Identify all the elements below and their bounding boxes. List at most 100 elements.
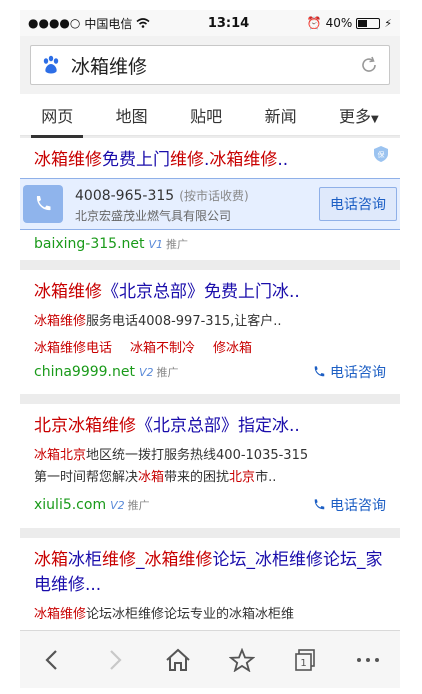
result-title[interactable]: 冰箱维修免费上门维修.冰箱维修.. xyxy=(34,148,386,173)
battery-area: ⏰ 40% ⚡ xyxy=(307,16,392,30)
desc-text: 地区统一拨打服务热线400-1035-315 xyxy=(86,448,309,463)
battery-icon xyxy=(356,17,381,29)
title-text: .. xyxy=(277,150,289,170)
signal-icon: ●●●●○ xyxy=(28,16,81,30)
verified-badge: V2 xyxy=(138,366,154,379)
phone-consult-button[interactable]: 电话咨询 xyxy=(312,495,386,515)
forward-button[interactable] xyxy=(95,640,135,680)
title-keyword: 冰箱维修 xyxy=(34,150,102,170)
desc-keyword: 北京 xyxy=(60,448,87,463)
title-keyword: 冰箱 xyxy=(34,550,68,570)
alarm-icon: ⏰ xyxy=(306,16,322,30)
ad-label: 推广 xyxy=(166,238,189,251)
carrier-area: ●●●●○ 中国电信 xyxy=(28,15,150,32)
status-bar: ●●●●○ 中国电信 13:14 ⏰ 40% ⚡ xyxy=(20,10,400,36)
desc-text: 服务电话4008-997-315,让客户.. xyxy=(86,314,282,329)
sitelink[interactable]: 修冰箱 xyxy=(213,337,252,356)
result-card[interactable]: 保 冰箱维修免费上门维修.冰箱维修.. 4008-965-315 (按市话收费)… xyxy=(20,138,400,260)
desc-keyword: 冰箱 xyxy=(34,448,61,463)
desc-keyword: 冰箱 xyxy=(138,470,165,485)
ad-label: 推广 xyxy=(127,499,150,512)
bookmark-button[interactable] xyxy=(222,640,262,680)
result-url[interactable]: china9999.net xyxy=(34,364,135,380)
svg-text:保: 保 xyxy=(378,150,385,159)
desc-text: 第一时间帮您解决 xyxy=(34,470,139,485)
result-description: 冰箱维修服务电话4008-997-315,让客户.. xyxy=(34,311,386,333)
back-button[interactable] xyxy=(32,640,72,680)
desc-keyword: 冰箱维修 xyxy=(34,607,87,622)
result-title[interactable]: 冰箱维修《北京总部》免费上门冰.. xyxy=(34,280,386,305)
result-url[interactable]: baixing-315.net xyxy=(34,236,145,252)
title-keyword: 冰箱维修 xyxy=(209,150,278,170)
clock: 13:14 xyxy=(207,15,250,31)
title-keyword: 冰箱维修 xyxy=(68,416,136,436)
sitelink[interactable]: 冰箱不制冷 xyxy=(130,337,195,356)
title-text: 免费上门 xyxy=(102,150,170,170)
result-card[interactable]: 冰箱冰柜维修_冰箱维修论坛_冰柜维修论坛_家电维修... 冰箱维修论坛冰柜维修论… xyxy=(20,538,400,630)
verified-badge: V2 xyxy=(110,499,125,512)
call-note: (按市话收费) xyxy=(179,188,249,203)
tab-more-label: 更多 xyxy=(339,106,372,126)
result-title[interactable]: 北京冰箱维修《北京总部》指定冰.. xyxy=(34,414,386,439)
result-card[interactable]: 冰箱维修《北京总部》免费上门冰.. 冰箱维修服务电话4008-997-315,让… xyxy=(20,270,400,394)
phone-screen: ●●●●○ 中国电信 13:14 ⏰ 40% ⚡ 冰箱维修 网页 地图 贴吧 新… xyxy=(20,10,400,688)
refresh-icon[interactable] xyxy=(359,55,379,75)
tabs-button[interactable]: 1 xyxy=(285,640,325,680)
star-icon xyxy=(228,647,255,672)
result-meta: baixing-315.net V1 推广 xyxy=(34,236,188,252)
desc-keyword: 北京 xyxy=(229,470,256,485)
call-box[interactable]: 4008-965-315 (按市话收费) 北京宏盛茂业燃气具有限公司 电话咨询 xyxy=(20,178,400,230)
tab-tieba[interactable]: 贴吧 xyxy=(190,93,222,137)
result-card[interactable]: 北京冰箱维修《北京总部》指定冰.. 冰箱北京地区统一拨打服务热线400-1035… xyxy=(20,404,400,528)
wifi-icon xyxy=(136,18,150,28)
call-consult-button[interactable]: 电话咨询 xyxy=(319,187,397,221)
chevron-right-icon xyxy=(110,649,122,670)
tab-map[interactable]: 地图 xyxy=(116,93,148,137)
sitelink[interactable]: 冰箱维修电话 xyxy=(34,337,112,356)
title-text: _ xyxy=(136,550,145,570)
desc-text: 论坛冰柜维修论坛专业的冰箱冰柜维 xyxy=(86,607,295,622)
phone-icon xyxy=(314,499,325,510)
call-company: 北京宏盛茂业燃气具有限公司 xyxy=(75,208,232,223)
verified-badge: V1 xyxy=(148,238,164,251)
phone-consult-button[interactable]: 电话咨询 xyxy=(312,362,386,382)
phone-icon xyxy=(314,366,325,377)
shield-icon: 保 xyxy=(374,146,388,162)
ad-label: 推广 xyxy=(156,366,179,379)
title-text: 《北京总部》指定冰.. xyxy=(136,416,300,436)
category-tabs: 网页 地图 贴吧 新闻 更多▼ xyxy=(20,93,400,138)
chevron-down-icon: ▼ xyxy=(371,113,379,125)
browser-toolbar: 1 xyxy=(20,630,400,688)
result-meta: xiuli5.com V2 推广 电话咨询 xyxy=(34,495,386,515)
title-text: 冰柜 xyxy=(68,550,102,570)
svg-text:1: 1 xyxy=(300,658,306,669)
baidu-paw-icon xyxy=(43,55,59,74)
result-description: 冰箱维修论坛冰柜维修论坛专业的冰箱冰柜维 xyxy=(34,604,386,626)
chevron-left-icon xyxy=(45,649,57,670)
charging-icon: ⚡ xyxy=(384,16,392,30)
result-url[interactable]: xiuli5.com xyxy=(34,497,106,513)
title-keyword: 维修 xyxy=(102,550,136,570)
desc-keyword: 冰箱维修 xyxy=(34,314,87,329)
title-keyword: 北京 xyxy=(34,416,68,436)
tab-more[interactable]: 更多▼ xyxy=(339,93,379,137)
result-description: 冰箱北京地区统一拨打服务热线400-1035-315 第一时间帮您解决冰箱带来的… xyxy=(34,445,386,489)
more-icon xyxy=(357,657,380,662)
home-button[interactable] xyxy=(158,640,198,680)
search-bar: 冰箱维修 xyxy=(20,36,400,94)
carrier-name: 中国电信 xyxy=(84,16,133,31)
title-keyword: 冰箱维修 xyxy=(144,550,213,570)
battery-percent: 40% xyxy=(325,16,353,30)
call-number: 4008-965-315 xyxy=(75,187,175,204)
tab-news[interactable]: 新闻 xyxy=(265,93,297,137)
home-icon xyxy=(166,648,190,671)
phone-consult-label: 电话咨询 xyxy=(330,498,386,514)
more-menu-button[interactable] xyxy=(348,640,388,680)
title-keyword: 维修 xyxy=(170,150,204,170)
result-title[interactable]: 冰箱冰柜维修_冰箱维修论坛_冰柜维修论坛_家电维修... xyxy=(34,548,386,598)
search-query: 冰箱维修 xyxy=(71,55,148,78)
search-input[interactable]: 冰箱维修 xyxy=(30,45,390,85)
tab-web[interactable]: 网页 xyxy=(31,93,84,138)
sitelinks: 冰箱维修电话 冰箱不制冷 修冰箱 xyxy=(34,337,386,356)
result-meta: china9999.net V2 推广 电话咨询 xyxy=(34,362,386,382)
